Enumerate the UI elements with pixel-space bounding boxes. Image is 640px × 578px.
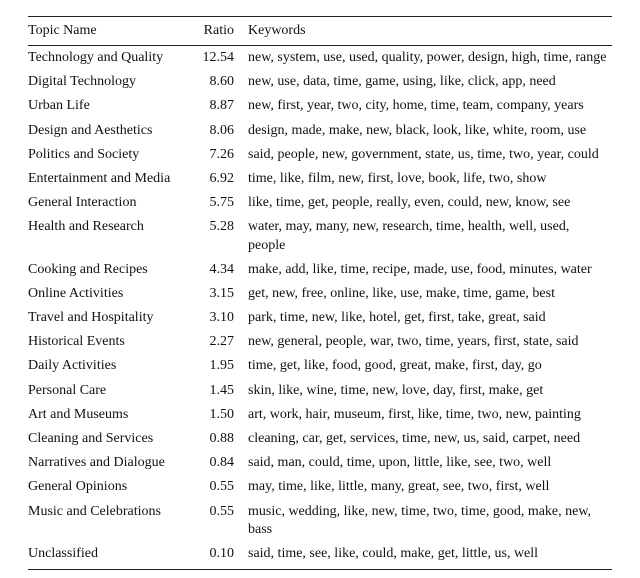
table-row: Historical Events2.27new, general, peopl… [28,330,612,354]
cell-topic: Travel and Hospitality [28,306,200,330]
cell-topic: Health and Research [28,215,200,257]
cell-ratio: 0.10 [200,542,248,570]
cell-ratio: 6.92 [200,167,248,191]
table-row: Narratives and Dialogue0.84said, man, co… [28,451,612,475]
cell-ratio: 3.15 [200,282,248,306]
cell-keywords: get, new, free, online, like, use, make,… [248,282,612,306]
cell-topic: Unclassified [28,542,200,570]
cell-topic: Urban Life [28,94,200,118]
table-row: Unclassified0.10said, time, see, like, c… [28,542,612,570]
table-row: Daily Activities1.95time, get, like, foo… [28,354,612,378]
cell-keywords: music, wedding, like, new, time, two, ti… [248,500,612,542]
cell-keywords: said, time, see, like, could, make, get,… [248,542,612,570]
cell-ratio: 3.10 [200,306,248,330]
table-row: Politics and Society7.26said, people, ne… [28,143,612,167]
cell-ratio: 0.55 [200,475,248,499]
table-row: General Opinions0.55may, time, like, lit… [28,475,612,499]
table-row: Health and Research5.28water, may, many,… [28,215,612,257]
table-row: Technology and Quality12.54new, system, … [28,46,612,71]
cell-topic: Music and Celebrations [28,500,200,542]
cell-ratio: 2.27 [200,330,248,354]
topics-table: Topic Name Ratio Keywords Technology and… [28,16,612,570]
cell-ratio: 0.84 [200,451,248,475]
cell-ratio: 8.87 [200,94,248,118]
cell-topic: Technology and Quality [28,46,200,71]
cell-topic: Digital Technology [28,70,200,94]
cell-keywords: cleaning, car, get, services, time, new,… [248,427,612,451]
cell-ratio: 0.55 [200,500,248,542]
cell-ratio: 12.54 [200,46,248,71]
cell-keywords: like, time, get, people, really, even, c… [248,191,612,215]
cell-ratio: 8.06 [200,119,248,143]
cell-ratio: 5.28 [200,215,248,257]
cell-keywords: may, time, like, little, many, great, se… [248,475,612,499]
cell-topic: Design and Aesthetics [28,119,200,143]
table-row: Urban Life8.87new, first, year, two, cit… [28,94,612,118]
cell-ratio: 5.75 [200,191,248,215]
cell-keywords: art, work, hair, museum, first, like, ti… [248,403,612,427]
cell-keywords: time, like, film, new, first, love, book… [248,167,612,191]
cell-topic: Entertainment and Media [28,167,200,191]
cell-topic: Narratives and Dialogue [28,451,200,475]
cell-keywords: new, first, year, two, city, home, time,… [248,94,612,118]
table-row: Cleaning and Services0.88cleaning, car, … [28,427,612,451]
cell-ratio: 1.95 [200,354,248,378]
cell-topic: Historical Events [28,330,200,354]
table-row: Online Activities3.15get, new, free, onl… [28,282,612,306]
cell-keywords: new, system, use, used, quality, power, … [248,46,612,71]
cell-keywords: new, use, data, time, game, using, like,… [248,70,612,94]
cell-topic: Art and Museums [28,403,200,427]
cell-topic: Politics and Society [28,143,200,167]
cell-keywords: skin, like, wine, time, new, love, day, … [248,379,612,403]
cell-ratio: 8.60 [200,70,248,94]
table-row: Cooking and Recipes4.34make, add, like, … [28,258,612,282]
cell-topic: Online Activities [28,282,200,306]
cell-topic: Personal Care [28,379,200,403]
table-row: Design and Aesthetics8.06design, made, m… [28,119,612,143]
cell-keywords: park, time, new, like, hotel, get, first… [248,306,612,330]
cell-topic: General Interaction [28,191,200,215]
cell-ratio: 1.50 [200,403,248,427]
table-row: Personal Care1.45skin, like, wine, time,… [28,379,612,403]
cell-topic: Daily Activities [28,354,200,378]
table-row: Art and Museums1.50art, work, hair, muse… [28,403,612,427]
table-row: General Interaction5.75like, time, get, … [28,191,612,215]
table-row: Music and Celebrations0.55music, wedding… [28,500,612,542]
table-row: Travel and Hospitality3.10park, time, ne… [28,306,612,330]
col-ratio: Ratio [200,17,248,46]
cell-keywords: said, people, new, government, state, us… [248,143,612,167]
cell-ratio: 4.34 [200,258,248,282]
table-header-row: Topic Name Ratio Keywords [28,17,612,46]
cell-topic: Cooking and Recipes [28,258,200,282]
cell-ratio: 7.26 [200,143,248,167]
cell-keywords: new, general, people, war, two, time, ye… [248,330,612,354]
table-row: Entertainment and Media6.92time, like, f… [28,167,612,191]
cell-ratio: 1.45 [200,379,248,403]
cell-keywords: said, man, could, time, upon, little, li… [248,451,612,475]
cell-topic: Cleaning and Services [28,427,200,451]
cell-keywords: water, may, many, new, research, time, h… [248,215,612,257]
cell-keywords: design, made, make, new, black, look, li… [248,119,612,143]
cell-keywords: time, get, like, food, good, great, make… [248,354,612,378]
cell-topic: General Opinions [28,475,200,499]
col-topic: Topic Name [28,17,200,46]
cell-ratio: 0.88 [200,427,248,451]
table-row: Digital Technology8.60new, use, data, ti… [28,70,612,94]
cell-keywords: make, add, like, time, recipe, made, use… [248,258,612,282]
col-keywords: Keywords [248,17,612,46]
